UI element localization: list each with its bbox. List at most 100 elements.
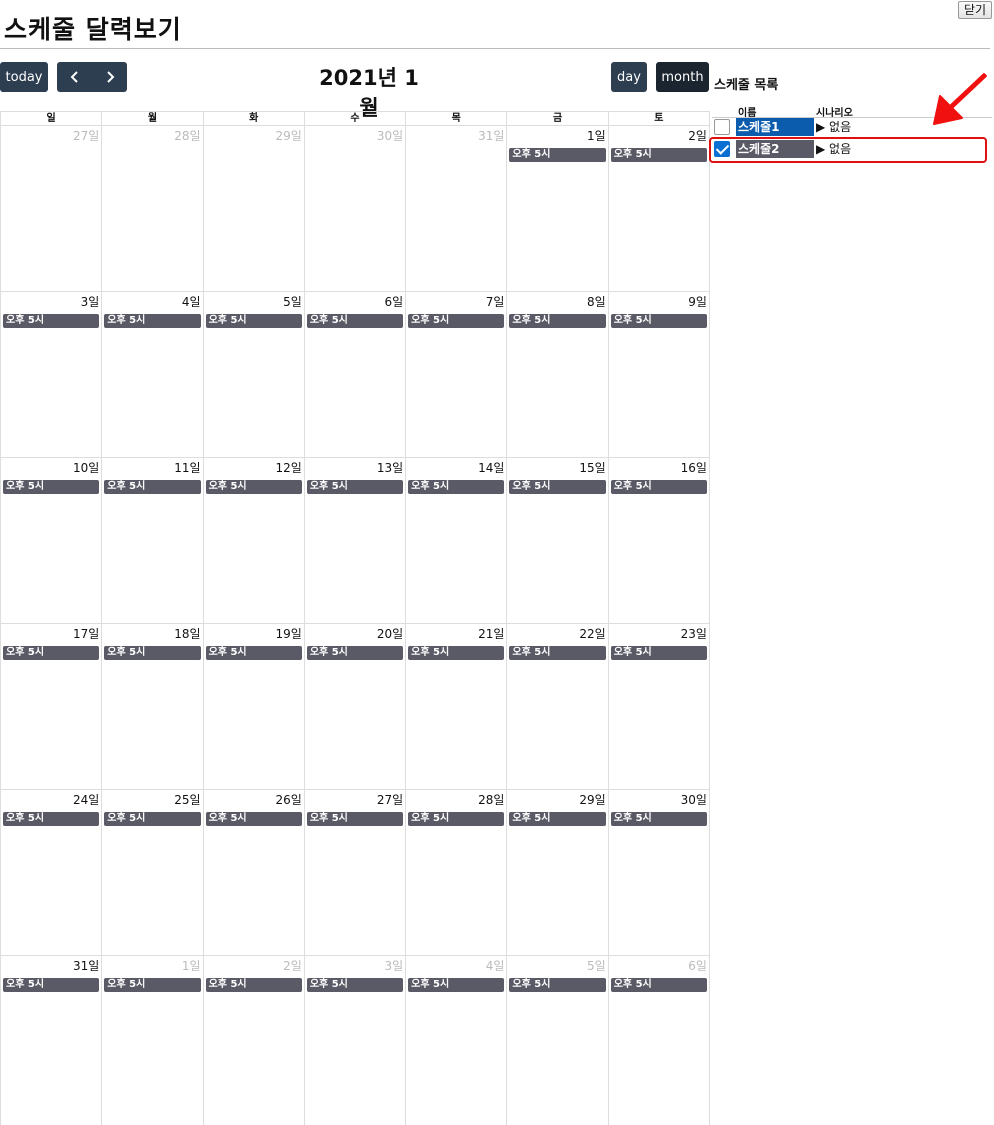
- calendar-day-cell[interactable]: 11일 오후 5시: [101, 458, 202, 623]
- calendar-event[interactable]: 오후 5시: [3, 978, 100, 992]
- calendar-day-cell[interactable]: 31일 오후 5시: [0, 956, 101, 1125]
- calendar-day-cell[interactable]: 20일 오후 5시: [303, 624, 405, 789]
- calendar-event[interactable]: 오후 5시: [306, 812, 404, 826]
- next-month-button[interactable]: [92, 62, 127, 92]
- weekday-header: 일월화수목금토: [0, 111, 710, 125]
- calendar-day-cell[interactable]: 1일오후 5시: [101, 956, 202, 1125]
- schedule-checkbox[interactable]: [714, 119, 730, 135]
- calendar-event[interactable]: 오후 5시: [3, 480, 100, 494]
- nav-button-group: [57, 62, 127, 92]
- calendar-event[interactable]: 오후 5시: [104, 480, 201, 494]
- calendar-day-cell[interactable]: 6일 오후 5시: [607, 956, 710, 1125]
- calendar-day-cell[interactable]: 7일 오후 5시: [405, 292, 506, 457]
- prev-month-button[interactable]: [57, 62, 92, 92]
- calendar-day-cell[interactable]: 28일: [101, 126, 202, 291]
- calendar-event[interactable]: 오후 5시: [306, 314, 404, 328]
- calendar-day-cell[interactable]: 13일오후 5시: [303, 458, 405, 623]
- calendar-event[interactable]: 오후 5시: [104, 812, 201, 826]
- calendar-day-cell[interactable]: 10일 오후 5시: [0, 458, 101, 623]
- calendar-event[interactable]: 오후 5시: [306, 646, 404, 660]
- calendar-day-cell[interactable]: 24일 오후 5시: [0, 790, 101, 955]
- close-button[interactable]: 닫기: [958, 1, 992, 19]
- calendar-event[interactable]: 오후 5시: [104, 978, 201, 992]
- calendar-day-cell[interactable]: 15일 오후 5시: [506, 458, 607, 623]
- calendar-day-cell[interactable]: 1일 오후 5시: [506, 126, 607, 291]
- calendar-day-cell[interactable]: 5일 오후 5시: [506, 956, 607, 1125]
- calendar-day-cell[interactable]: 29일오후 5시: [506, 790, 607, 955]
- calendar-event[interactable]: 오후 5시: [3, 812, 100, 826]
- calendar-event[interactable]: 오후 5시: [610, 812, 707, 826]
- calendar-event[interactable]: 오후 5시: [408, 978, 505, 992]
- calendar-day-cell[interactable]: 2일 오후 5시: [202, 956, 304, 1125]
- calendar-event[interactable]: 오후 5시: [104, 314, 201, 328]
- calendar-day-cell[interactable]: 8일 오후 5시: [506, 292, 607, 457]
- calendar-day-cell[interactable]: 2일 오후 5시: [607, 126, 710, 291]
- calendar-week: 24일 오후 5시 25일 오후 5시 26일 오후 5시 27일 오후 5시 28일 오후 5시…: [0, 789, 710, 955]
- weekday-label: 토: [607, 112, 710, 125]
- calendar-day-cell[interactable]: 30일 오후 5시: [607, 790, 710, 955]
- calendar-event[interactable]: 오후 5시: [205, 646, 302, 660]
- calendar-event[interactable]: 오후 5시: [3, 314, 100, 328]
- calendar-event[interactable]: 오후 5시: [509, 646, 606, 660]
- calendar-event[interactable]: 오후 5시: [205, 314, 302, 328]
- calendar-day-cell[interactable]: 9일 오후 5시: [607, 292, 710, 457]
- calendar-event[interactable]: 오후 5시: [509, 148, 606, 162]
- calendar-day-cell[interactable]: 22일 오후 5시: [506, 624, 607, 789]
- calendar-event[interactable]: 오후 5시: [306, 480, 404, 494]
- calendar-week: 10일 오후 5시 11일 오후 5시 12일 오후 5시 13일 오후 5시 14일 오후 5시…: [0, 457, 710, 623]
- day-number: 12일: [275, 461, 302, 475]
- day-number: 1일: [181, 959, 201, 973]
- calendar-week: 31일 오후 5시 1일 오후 5시 2일 오후 5시 3일 오후 5시 4일 오후 5시 5일 오후…: [0, 955, 710, 1125]
- calendar-day-cell[interactable]: 27일: [0, 126, 101, 291]
- calendar-event[interactable]: 오후 5시: [610, 978, 707, 992]
- calendar-event[interactable]: 오후 5시: [3, 646, 100, 660]
- calendar-event[interactable]: 오후 5시: [205, 812, 302, 826]
- calendar-event[interactable]: 오후 5시: [610, 314, 707, 328]
- calendar-day-cell[interactable]: 28일 오후 5시: [405, 790, 506, 955]
- calendar-day-cell[interactable]: 4일 오후 5시: [405, 956, 506, 1125]
- calendar-day-cell[interactable]: 16일 오후 5시: [607, 458, 710, 623]
- calendar-day-cell[interactable]: 3일 오후 5시: [0, 292, 101, 457]
- calendar-event[interactable]: 오후 5시: [610, 480, 707, 494]
- calendar-day-cell[interactable]: 18일 오후 5시: [101, 624, 202, 789]
- calendar-day-cell[interactable]: 5일 오후 5시: [202, 292, 304, 457]
- calendar-event[interactable]: 오후 5시: [610, 646, 707, 660]
- calendar-day-cell[interactable]: 31일: [405, 126, 506, 291]
- calendar-day-cell[interactable]: 25일 오후 5시: [101, 790, 202, 955]
- calendar-event[interactable]: 오후 5시: [408, 812, 505, 826]
- calendar-day-cell[interactable]: 17일 오후 5시: [0, 624, 101, 789]
- calendar-day-cell[interactable]: 19일 오후 5시: [202, 624, 304, 789]
- calendar-day-cell[interactable]: 6일 오후 5시: [303, 292, 405, 457]
- calendar-day-cell[interactable]: 14일 오후 5시: [405, 458, 506, 623]
- calendar-week: 3일 오후 5시 4일 오후 5시 5일 오후 5시 6일 오후 5시 7일 오후 5시 8일 오후 …: [0, 291, 710, 457]
- calendar-day-cell[interactable]: 21일 오후 5시: [405, 624, 506, 789]
- day-number: 13일: [376, 461, 404, 475]
- calendar-day-cell[interactable]: 3일 오후 5시: [303, 956, 405, 1125]
- calendar-event[interactable]: 오후 5시: [408, 646, 505, 660]
- calendar-day-cell[interactable]: 30일: [303, 126, 405, 291]
- calendar-day-cell[interactable]: 4일 오후 5시: [101, 292, 202, 457]
- month-view-button[interactable]: month: [656, 62, 709, 92]
- calendar-day-cell[interactable]: 29일: [202, 126, 304, 291]
- calendar-day-cell[interactable]: 27일 오후 5시: [303, 790, 405, 955]
- calendar-day-cell[interactable]: 23일 오후 5시: [607, 624, 710, 789]
- chevron-right-icon: [106, 71, 114, 83]
- calendar-event[interactable]: 오후 5시: [509, 978, 606, 992]
- calendar-event[interactable]: 오후 5시: [509, 480, 606, 494]
- calendar-event[interactable]: 오후 5시: [408, 480, 505, 494]
- calendar-event[interactable]: 오후 5시: [408, 314, 505, 328]
- calendar-day-cell[interactable]: 26일 오후 5시: [202, 790, 304, 955]
- schedule-name[interactable]: 스케줄1: [736, 118, 814, 136]
- calendar-event[interactable]: 오후 5시: [509, 812, 606, 826]
- calendar-event[interactable]: 오후 5시: [104, 646, 201, 660]
- calendar-day-cell[interactable]: 12일오후 5시: [202, 458, 304, 623]
- calendar-event[interactable]: 오후 5시: [509, 314, 606, 328]
- day-view-button[interactable]: day: [611, 62, 647, 92]
- day-number: 29일: [579, 793, 606, 807]
- calendar-event[interactable]: 오후 5시: [205, 480, 302, 494]
- today-button[interactable]: today: [0, 62, 48, 92]
- schedule-scenario[interactable]: ▶ 없음: [816, 118, 851, 136]
- calendar-event[interactable]: 오후 5시: [205, 978, 302, 992]
- calendar-event[interactable]: 오후 5시: [610, 148, 707, 162]
- calendar-event[interactable]: 오후 5시: [306, 978, 404, 992]
